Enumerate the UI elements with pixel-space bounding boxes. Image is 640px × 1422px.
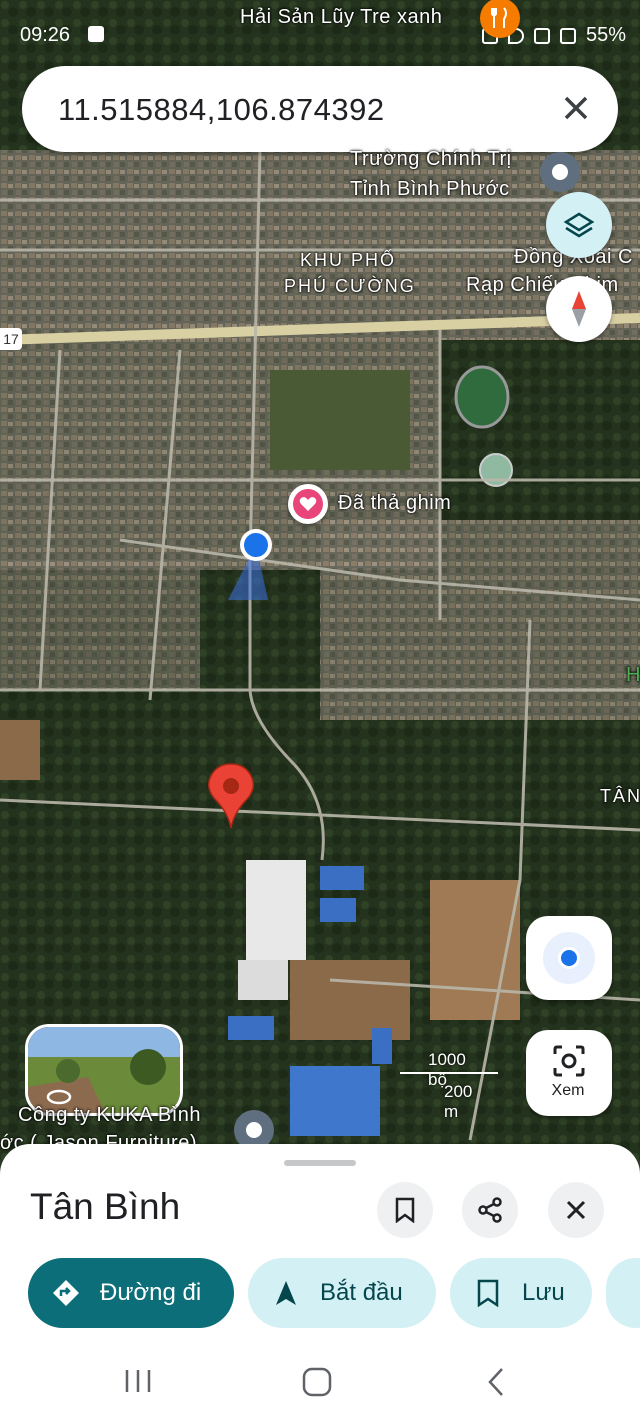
notification-icon	[88, 26, 104, 42]
poi-school-label-2[interactable]: Tỉnh Bình Phước	[350, 178, 510, 201]
sheet-drag-handle[interactable]	[284, 1160, 356, 1166]
poi-marker-icon[interactable]	[540, 152, 580, 192]
lens-label: Xem	[551, 1082, 585, 1099]
place-title: Tân Bình	[30, 1186, 181, 1227]
more-actions-chip[interactable]	[606, 1258, 640, 1328]
dropped-pin-label[interactable]: Đã thả ghim	[338, 492, 451, 515]
my-location-button[interactable]	[526, 916, 612, 1000]
poi-school-label-1[interactable]: Trường Chính Trị	[350, 148, 512, 171]
start-label: Bắt đầu	[320, 1279, 403, 1306]
wifi-icon	[533, 27, 550, 44]
system-nav-bar	[0, 1340, 640, 1422]
compass-icon	[572, 291, 586, 327]
red-pin-icon[interactable]	[206, 762, 256, 830]
layers-button[interactable]	[546, 192, 612, 258]
close-icon	[566, 1200, 586, 1220]
road-shield: 17	[0, 328, 22, 350]
saved-pin-heart-icon[interactable]	[288, 484, 328, 524]
my-location-icon	[543, 932, 595, 984]
layers-icon	[563, 212, 595, 238]
poi-restaurant-label[interactable]: Hải Sản Lũy Tre xanh	[240, 6, 442, 29]
street-view-thumbnail[interactable]	[25, 1024, 183, 1116]
close-icon[interactable]	[560, 92, 592, 124]
save-bookmark-button[interactable]	[377, 1182, 433, 1238]
close-sheet-button[interactable]	[548, 1182, 604, 1238]
share-icon	[478, 1197, 502, 1223]
navigation-arrow-icon	[276, 1281, 296, 1305]
district-label-2: PHÚ CƯỜNG	[284, 276, 416, 296]
directions-icon	[53, 1280, 79, 1306]
directions-label: Đường đi	[100, 1279, 202, 1306]
bookmark-icon	[477, 1279, 499, 1307]
share-button[interactable]	[462, 1182, 518, 1238]
save-button[interactable]: Lưu	[450, 1258, 592, 1328]
my-location-dot	[240, 529, 272, 561]
clock: 09:26	[20, 24, 71, 46]
start-navigation-button[interactable]: Bắt đầu	[248, 1258, 436, 1328]
edge-label: H	[626, 664, 640, 686]
map-canvas[interactable]: 09:26 55% Hải Sản Lũy Tre xanh 11.515884…	[0, 0, 640, 1160]
save-label: Lưu	[522, 1279, 565, 1306]
back-icon[interactable]	[486, 1367, 506, 1397]
battery-level: 55%	[585, 24, 626, 46]
search-bar[interactable]: 11.515884,106.874392	[22, 66, 618, 152]
district-label-1: KHU PHỐ	[300, 250, 397, 270]
signal-icon	[559, 27, 576, 44]
recent-apps-icon[interactable]	[124, 1368, 152, 1394]
poi-company-label-1[interactable]: Công ty KUKA Bình	[18, 1104, 201, 1127]
camera-lens-icon	[553, 1045, 585, 1077]
search-query[interactable]: 11.515884,106.874392	[58, 92, 385, 128]
compass-button[interactable]	[546, 276, 612, 342]
bookmark-icon	[395, 1197, 415, 1223]
area-tan-label: TÂN	[600, 786, 640, 806]
scale-metric: 200 m	[444, 1082, 473, 1121]
directions-button[interactable]: Đường đi	[28, 1258, 234, 1328]
lens-button[interactable]: Xem	[526, 1030, 612, 1116]
home-icon[interactable]	[302, 1367, 332, 1397]
